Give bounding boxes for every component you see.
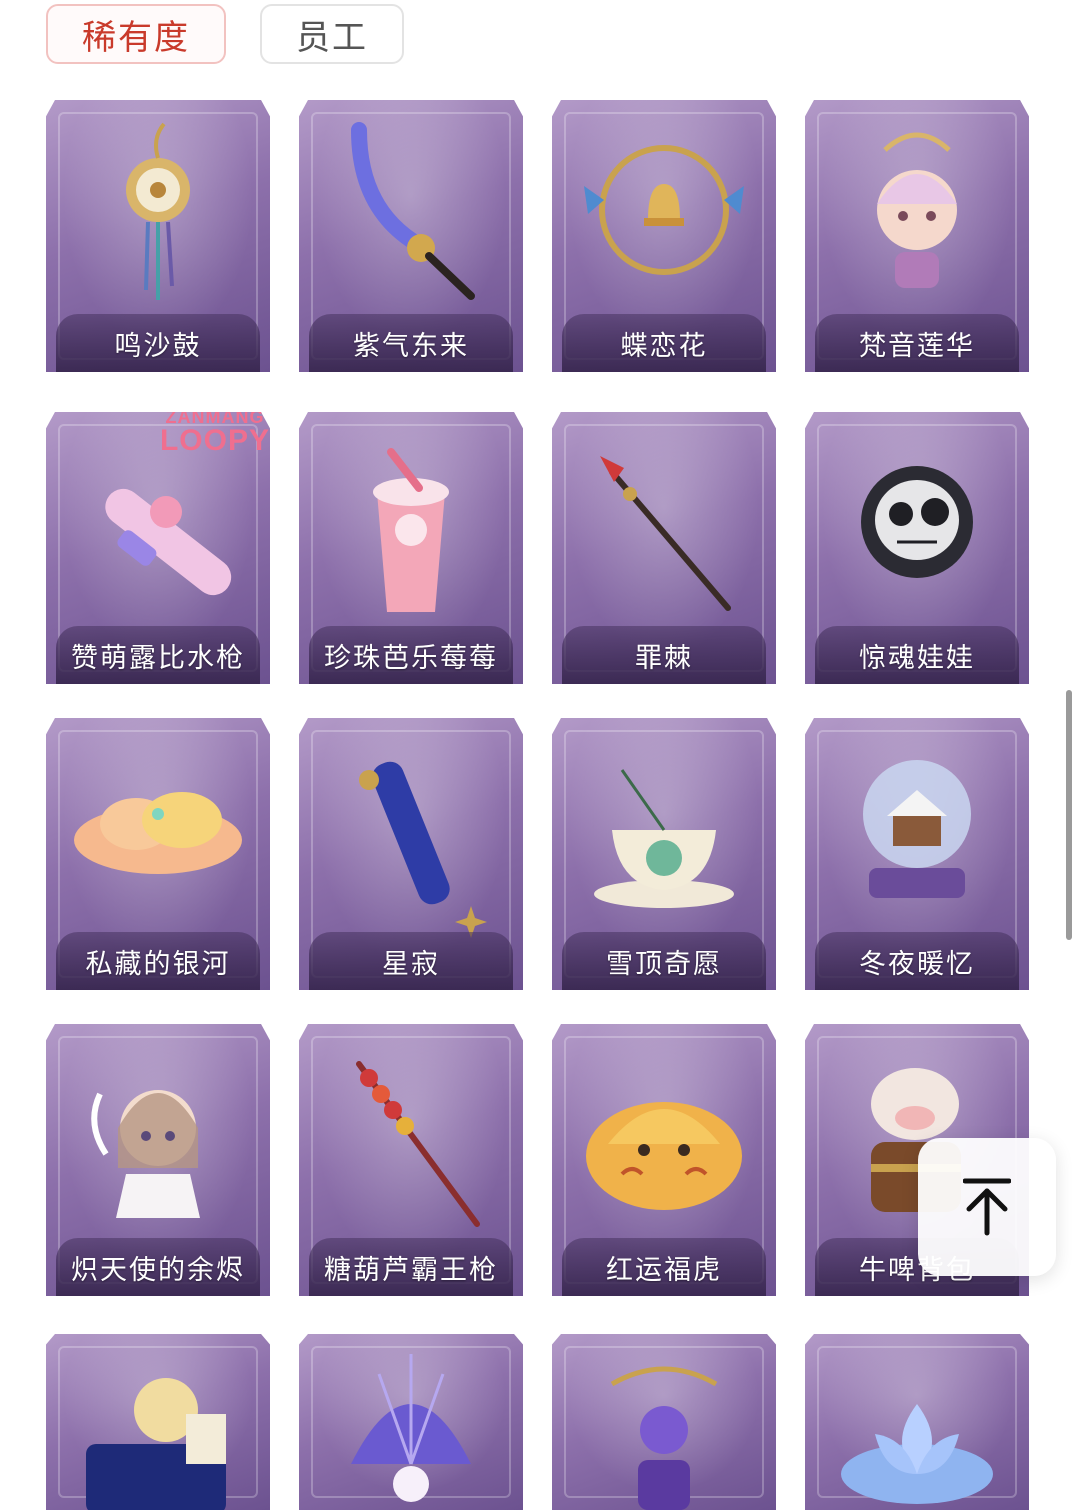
back-to-top-button[interactable] [918, 1138, 1056, 1276]
item-name: 紫气东来 [353, 330, 469, 362]
brand-badge-line2: LOOPY [159, 424, 270, 457]
brand-badge: ZANMANG LOOPY [160, 412, 270, 456]
snow-globe-icon [863, 760, 971, 898]
drum-charm-icon [126, 122, 190, 300]
item-card[interactable]: 冬夜暖忆 [805, 718, 1029, 990]
item-label-bar: 鸣沙鼓 [56, 314, 260, 372]
item-label-bar: 炽天使的余烬 [56, 1238, 260, 1296]
item-label-bar: 雪顶奇愿 [562, 932, 766, 990]
arrow-up-to-top-icon [963, 1178, 1011, 1236]
item-card[interactable]: ZANMANG LOOPY 赞萌露比水枪 [46, 412, 270, 684]
item-card[interactable] [299, 1334, 523, 1510]
item-card[interactable]: 珍珠芭乐莓莓 [299, 412, 523, 684]
item-card[interactable]: 罪棘 [552, 412, 776, 684]
item-card[interactable]: 蝶恋花 [552, 100, 776, 372]
item-name: 星寂 [382, 948, 440, 980]
cloud-icon [74, 792, 242, 874]
item-label-bar: 珍珠芭乐莓莓 [309, 626, 513, 684]
item-name: 红运福虎 [606, 1254, 722, 1286]
item-label-bar: 梵音莲华 [815, 314, 1019, 372]
item-card[interactable]: 雪顶奇愿 [552, 718, 776, 990]
item-card[interactable]: 炽天使的余烬 [46, 1024, 270, 1296]
item-card[interactable] [552, 1334, 776, 1510]
item-card[interactable]: 惊魂娃娃 [805, 412, 1029, 684]
filter-tabs: 稀有度 员工 [46, 4, 404, 66]
tab-staff[interactable]: 员工 [260, 4, 404, 64]
bell-wreath-icon [584, 145, 744, 275]
spear-icon [600, 456, 731, 611]
item-name: 蝶恋花 [620, 330, 708, 362]
item-name: 赞萌露比水枪 [71, 642, 245, 674]
item-name: 梵音莲华 [859, 330, 975, 362]
item-label-bar: 赞萌露比水枪 [56, 626, 260, 684]
blue-lotus-icon [841, 1404, 993, 1504]
item-name: 炽天使的余烬 [71, 1254, 245, 1286]
item-name: 罪棘 [635, 642, 693, 674]
item-name: 珍珠芭乐莓莓 [324, 642, 498, 674]
scrollbar[interactable] [1066, 690, 1072, 940]
item-label-bar: 糖葫芦霸王枪 [309, 1238, 513, 1296]
item-label-bar: 蝶恋花 [562, 314, 766, 372]
curved-sword-icon [351, 122, 475, 300]
item-name: 冬夜暖忆 [859, 948, 975, 980]
angel-doll-icon [91, 1090, 200, 1218]
item-card[interactable]: 紫气东来 [299, 100, 523, 372]
item-card[interactable] [805, 1334, 1029, 1510]
crystal-orb-icon [610, 1366, 718, 1510]
item-card[interactable]: 梵音莲华 [805, 100, 1029, 372]
item-label-bar: 冬夜暖忆 [815, 932, 1019, 990]
candy-spear-icon [356, 1061, 480, 1227]
skull-doll-icon [861, 466, 973, 578]
item-label-bar: 惊魂娃娃 [815, 626, 1019, 684]
item-name: 私藏的银河 [85, 948, 231, 980]
item-name: 糖葫芦霸王枪 [324, 1254, 498, 1286]
figurine-icon [877, 132, 957, 288]
item-card[interactable] [46, 1334, 270, 1510]
item-card[interactable]: 红运福虎 [552, 1024, 776, 1296]
tab-rarity[interactable]: 稀有度 [46, 4, 226, 64]
item-card[interactable]: 星寂 [299, 718, 523, 990]
item-name: 鸣沙鼓 [114, 330, 202, 362]
tiger-plush-icon [586, 1102, 742, 1210]
bubble-tea-icon [373, 448, 449, 612]
item-card[interactable]: 私藏的银河 [46, 718, 270, 990]
seashell-pearl-icon [351, 1354, 471, 1502]
item-name: 惊魂娃娃 [859, 642, 975, 674]
moon-castle-icon [86, 1378, 226, 1510]
teacup-icon [594, 769, 734, 908]
scroll-staff-icon [359, 761, 487, 938]
item-card[interactable]: 鸣沙鼓 [46, 100, 270, 372]
item-card[interactable]: 糖葫芦霸王枪 [299, 1024, 523, 1296]
item-name: 雪顶奇愿 [606, 948, 722, 980]
item-label-bar: 私藏的银河 [56, 932, 260, 990]
item-label-bar: 紫气东来 [309, 314, 513, 372]
item-label-bar: 红运福虎 [562, 1238, 766, 1296]
item-label-bar: 星寂 [309, 932, 513, 990]
item-label-bar: 罪棘 [562, 626, 766, 684]
